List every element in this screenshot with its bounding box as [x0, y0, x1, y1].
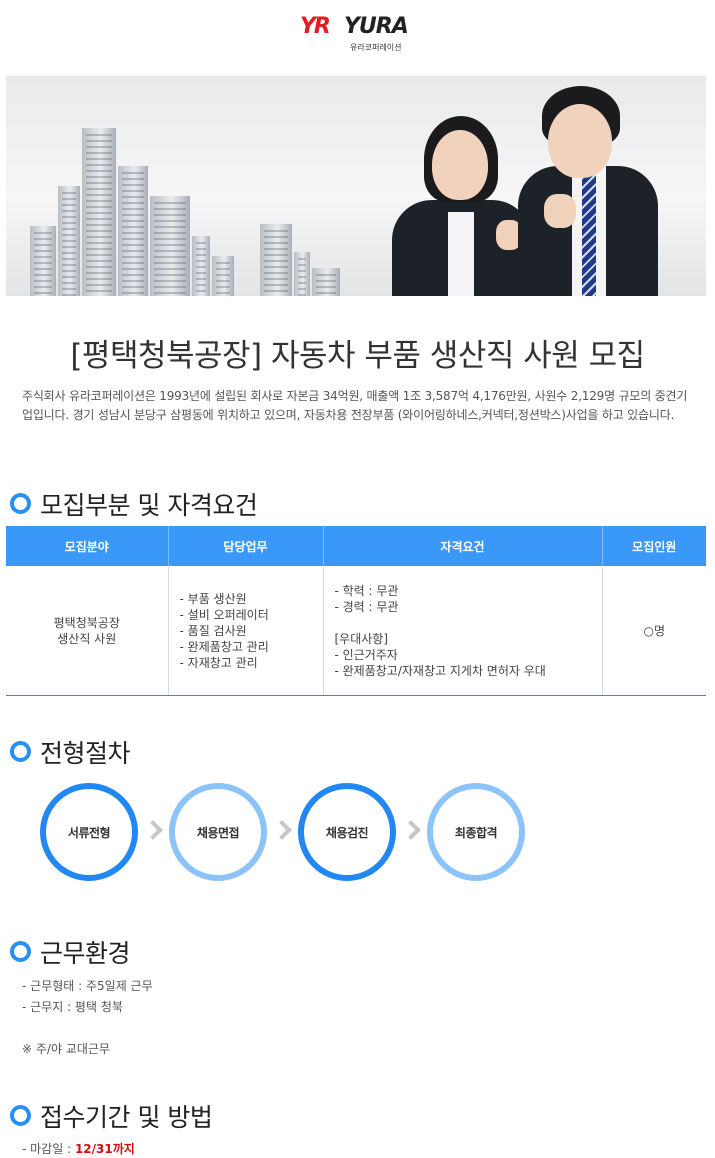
header-duty: 담당업무	[168, 526, 324, 566]
header-qualification: 자격요건	[323, 526, 603, 566]
ring-bullet-icon	[10, 741, 31, 762]
company-intro: 주식회사 유라코퍼레이션은 1993년에 설립된 회사로 자본금 34억원, 매…	[22, 389, 688, 422]
cell-field: 평택청북공장 생산직 사원	[6, 566, 169, 696]
qual-line: - 인근거주자	[334, 647, 398, 662]
section-title: 접수기간 및 방법	[40, 1103, 213, 1132]
requirements-table: 모집분야 담당업무 자격요건 모집인원 평택청북공장 생산직 사원 부품 생산원…	[6, 526, 706, 696]
work-location: - 근무지 : 평택 청북	[22, 1000, 123, 1014]
building	[58, 186, 80, 296]
woman-figure	[392, 116, 532, 296]
section-title: 전형절차	[40, 739, 131, 768]
chevron-right-icon	[143, 820, 163, 840]
company-logo: YR YURA 유라코퍼레이션	[300, 14, 416, 54]
shift-note: ※ 주/야 교대근무	[22, 1042, 110, 1056]
building	[312, 268, 340, 296]
man-figure	[518, 86, 658, 296]
section-title: 근무환경	[40, 939, 131, 968]
logo-mark: YR	[300, 14, 331, 39]
step-circle: 최종합격	[427, 783, 525, 881]
building	[260, 224, 292, 296]
field-line: 생산직 사원	[57, 631, 117, 646]
duty-item: 품질 검사원	[180, 623, 322, 639]
duty-item: 자재창고 관리	[180, 655, 322, 671]
building	[150, 196, 190, 296]
process-steps: 서류전형 채용면접 채용검진 최종합격	[40, 783, 540, 883]
chevron-right-icon	[272, 820, 292, 840]
qual-line: [우대사항]	[334, 631, 389, 646]
deadline-value: 12/31까지	[74, 1142, 135, 1156]
building	[82, 128, 116, 296]
building	[212, 256, 234, 296]
cell-duties: 부품 생산원 설비 오퍼레이터 품질 검사원 완제품창고 관리 자재창고 관리	[168, 566, 324, 696]
building	[118, 166, 148, 296]
qual-line: - 완제품창고/자재창고 지게차 면허자 우대	[334, 663, 546, 678]
qual-line: - 경력 : 무관	[334, 599, 399, 614]
building	[294, 252, 310, 296]
ring-bullet-icon	[10, 1105, 31, 1126]
field-line: 평택청북공장	[53, 615, 120, 630]
logo-wordmark: YURA	[344, 14, 409, 39]
ring-bullet-icon	[10, 941, 31, 962]
duty-item: 완제품창고 관리	[180, 639, 322, 655]
hero-banner	[6, 76, 706, 296]
chevron-right-icon	[401, 820, 421, 840]
cell-headcount: ○명	[602, 566, 706, 696]
cell-qualifications: - 학력 : 무관 - 경력 : 무관 [우대사항] - 인근거주자 - 완제품…	[323, 566, 603, 696]
deadline-label: - 마감일 :	[22, 1142, 75, 1156]
header-headcount: 모집인원	[602, 526, 706, 566]
qual-spacer	[335, 615, 601, 631]
deadline: - 마감일 : 12/31까지	[22, 1140, 135, 1157]
page-title: [평택청북공장] 자동차 부품 생산직 사원 모집	[70, 338, 645, 374]
duty-item: 부품 생산원	[180, 591, 322, 607]
building	[192, 236, 210, 296]
header-field: 모집분야	[6, 526, 169, 566]
step-circle: 채용면접	[169, 783, 267, 881]
ring-bullet-icon	[10, 493, 31, 514]
section-title: 모집부분 및 자격요건	[40, 491, 258, 520]
duty-item: 설비 오퍼레이터	[180, 607, 322, 623]
table-row: 평택청북공장 생산직 사원 부품 생산원 설비 오퍼레이터 품질 검사원 완제품…	[6, 566, 706, 696]
building	[30, 226, 56, 296]
qual-line: - 학력 : 무관	[334, 583, 399, 598]
logo-subtitle: 유라코퍼레이션	[350, 43, 402, 52]
table-header-row: 모집분야 담당업무 자격요건 모집인원	[6, 526, 706, 566]
step-circle: 서류전형	[40, 783, 138, 881]
work-type: - 근무형태 : 주5일제 근무	[22, 979, 153, 993]
step-circle: 채용검진	[298, 783, 396, 881]
